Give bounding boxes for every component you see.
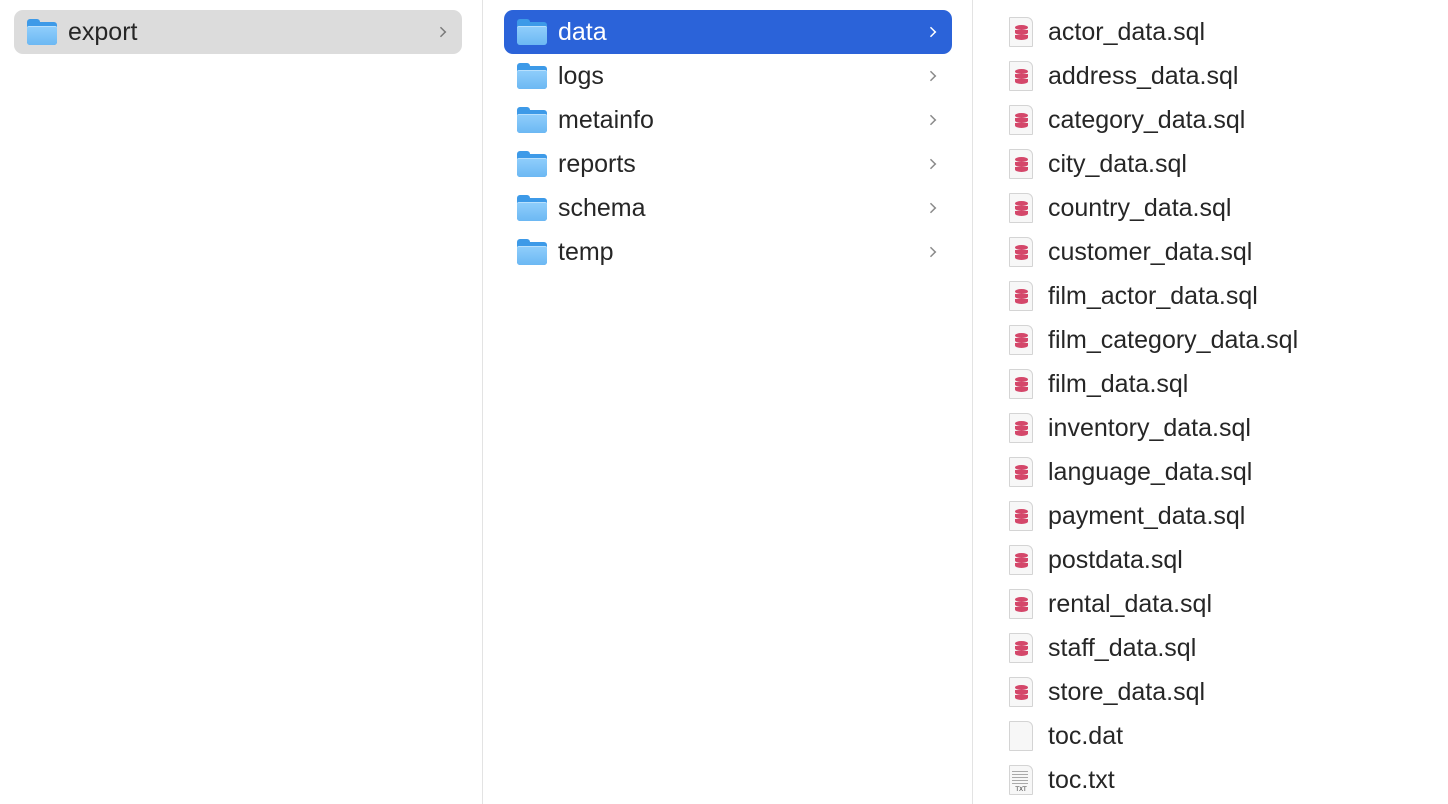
file-row[interactable]: city_data.sql bbox=[1008, 142, 1428, 186]
folder-icon bbox=[516, 18, 548, 46]
file-label: city_data.sql bbox=[1048, 149, 1187, 178]
folder-icon bbox=[516, 62, 548, 90]
file-row[interactable]: TXT toc.txt bbox=[1008, 758, 1428, 802]
chevron-right-icon bbox=[435, 26, 447, 38]
chevron-right-icon bbox=[925, 202, 937, 214]
file-label: toc.dat bbox=[1048, 721, 1124, 750]
file-row[interactable]: language_data.sql bbox=[1008, 450, 1428, 494]
chevron-right-icon bbox=[925, 26, 937, 38]
sql-file-icon bbox=[1008, 412, 1034, 444]
file-row[interactable]: actor_data.sql bbox=[1008, 10, 1428, 54]
file-label: film_actor_data.sql bbox=[1048, 281, 1258, 310]
file-row[interactable]: inventory_data.sql bbox=[1008, 406, 1428, 450]
file-label: language_data.sql bbox=[1048, 457, 1253, 486]
chevron-right-icon bbox=[925, 158, 937, 170]
file-row[interactable]: staff_data.sql bbox=[1008, 626, 1428, 670]
file-label: film_category_data.sql bbox=[1048, 325, 1299, 354]
column-export-contents[interactable]: data logs metainfo reports schema temp bbox=[484, 0, 973, 804]
file-label: country_data.sql bbox=[1048, 193, 1232, 222]
file-row[interactable]: customer_data.sql bbox=[1008, 230, 1428, 274]
sql-file-icon bbox=[1008, 148, 1034, 180]
sql-file-icon bbox=[1008, 500, 1034, 532]
folder-label: temp bbox=[558, 237, 614, 266]
folder-label: reports bbox=[558, 149, 636, 178]
file-label: toc.txt bbox=[1048, 765, 1115, 794]
file-label: inventory_data.sql bbox=[1048, 413, 1251, 442]
folder-label: metainfo bbox=[558, 105, 654, 134]
sql-file-icon bbox=[1008, 192, 1034, 224]
folder-label: schema bbox=[558, 193, 646, 222]
sql-file-icon bbox=[1008, 368, 1034, 400]
sql-file-icon bbox=[1008, 60, 1034, 92]
file-type-badge: TXT bbox=[1015, 786, 1027, 793]
chevron-right-icon bbox=[925, 114, 937, 126]
folder-row-metainfo[interactable]: metainfo bbox=[504, 98, 952, 142]
file-row[interactable]: film_category_data.sql bbox=[1008, 318, 1428, 362]
column-browser: export data logs metainfo reports schema bbox=[0, 0, 1448, 804]
folder-icon bbox=[516, 106, 548, 134]
file-row[interactable]: store_data.sql bbox=[1008, 670, 1428, 714]
sql-file-icon bbox=[1008, 16, 1034, 48]
file-label: payment_data.sql bbox=[1048, 501, 1246, 530]
folder-icon bbox=[516, 238, 548, 266]
text-file-icon: TXT bbox=[1008, 764, 1034, 796]
sql-file-icon bbox=[1008, 324, 1034, 356]
folder-label: logs bbox=[558, 61, 604, 90]
file-row[interactable]: toc.dat bbox=[1008, 714, 1428, 758]
folder-row-logs[interactable]: logs bbox=[504, 54, 952, 98]
folder-label: data bbox=[558, 17, 607, 46]
sql-file-icon bbox=[1008, 588, 1034, 620]
chevron-right-icon bbox=[925, 70, 937, 82]
file-row[interactable]: address_data.sql bbox=[1008, 54, 1428, 98]
file-label: address_data.sql bbox=[1048, 61, 1239, 90]
file-label: store_data.sql bbox=[1048, 677, 1206, 706]
file-label: actor_data.sql bbox=[1048, 17, 1206, 46]
sql-file-icon bbox=[1008, 632, 1034, 664]
file-label: staff_data.sql bbox=[1048, 633, 1197, 662]
folder-icon bbox=[26, 18, 58, 46]
column-data-contents[interactable]: actor_data.sql address_data.sql category… bbox=[974, 0, 1448, 804]
file-label: postdata.sql bbox=[1048, 545, 1183, 574]
chevron-right-icon bbox=[925, 246, 937, 258]
file-label: customer_data.sql bbox=[1048, 237, 1253, 266]
folder-row-export[interactable]: export bbox=[14, 10, 462, 54]
file-row[interactable]: postdata.sql bbox=[1008, 538, 1428, 582]
sql-file-icon bbox=[1008, 456, 1034, 488]
sql-file-icon bbox=[1008, 236, 1034, 268]
blank-file-icon bbox=[1008, 720, 1034, 752]
folder-label: export bbox=[68, 17, 138, 46]
file-label: film_data.sql bbox=[1048, 369, 1189, 398]
sql-file-icon bbox=[1008, 104, 1034, 136]
sql-file-icon bbox=[1008, 544, 1034, 576]
folder-icon bbox=[516, 150, 548, 178]
sql-file-icon bbox=[1008, 676, 1034, 708]
column-export-parent[interactable]: export bbox=[0, 0, 483, 804]
file-row[interactable]: film_actor_data.sql bbox=[1008, 274, 1428, 318]
folder-row-temp[interactable]: temp bbox=[504, 230, 952, 274]
folder-row-reports[interactable]: reports bbox=[504, 142, 952, 186]
file-row[interactable]: payment_data.sql bbox=[1008, 494, 1428, 538]
file-label: category_data.sql bbox=[1048, 105, 1246, 134]
folder-row-schema[interactable]: schema bbox=[504, 186, 952, 230]
file-row[interactable]: rental_data.sql bbox=[1008, 582, 1428, 626]
folder-row-data[interactable]: data bbox=[504, 10, 952, 54]
folder-icon bbox=[516, 194, 548, 222]
file-row[interactable]: film_data.sql bbox=[1008, 362, 1428, 406]
file-row[interactable]: country_data.sql bbox=[1008, 186, 1428, 230]
file-row[interactable]: category_data.sql bbox=[1008, 98, 1428, 142]
sql-file-icon bbox=[1008, 280, 1034, 312]
file-label: rental_data.sql bbox=[1048, 589, 1213, 618]
